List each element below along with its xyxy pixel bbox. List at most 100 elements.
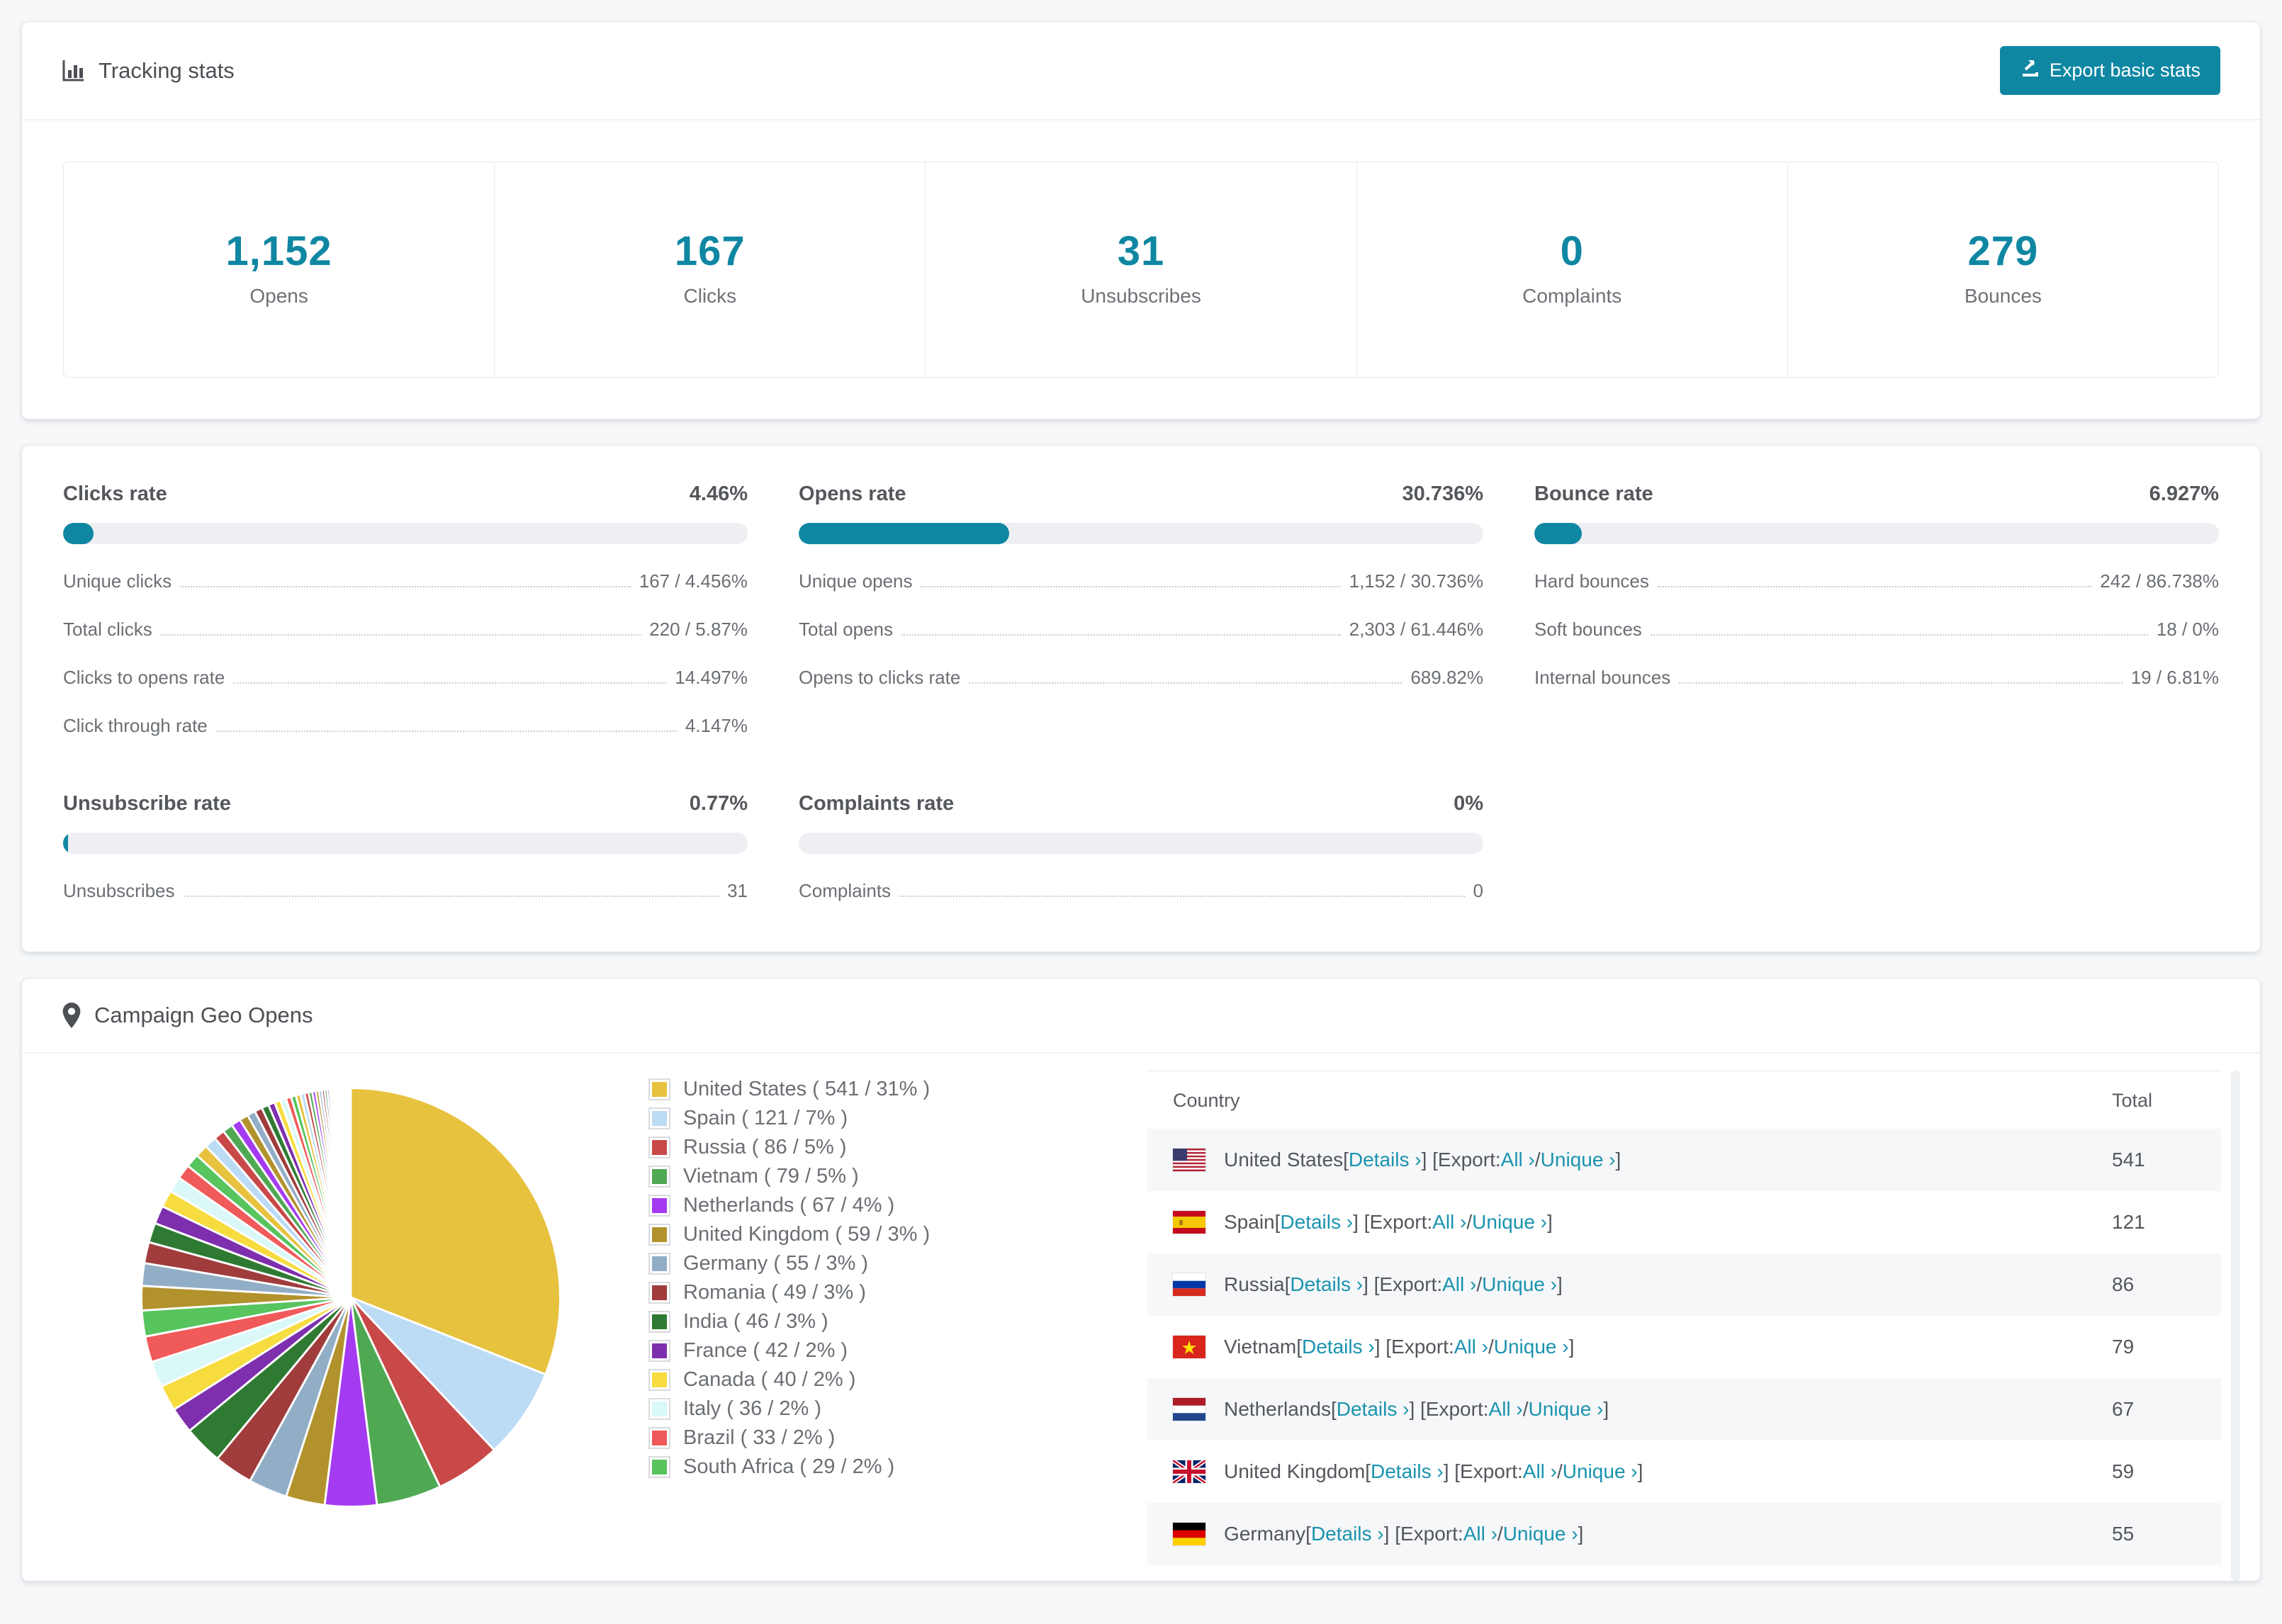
legend-color-swatch [648,1369,670,1391]
export-unique-link[interactable]: Unique › [1503,1523,1578,1545]
stat-label: Clicks [683,285,737,307]
rate-progress-bar [799,833,1483,854]
geo-country-row: Spain [Details ›] [Export: All › / Uniqu… [1147,1191,2221,1253]
geo-country-row: Germany [Details ›] [Export: All › / Uni… [1147,1503,2221,1565]
export-all-link[interactable]: All › [1489,1398,1523,1421]
details-link[interactable]: Details › [1302,1336,1375,1358]
rate-progress-bar [799,523,1483,544]
rate-value: 30.736% [1402,483,1484,505]
export-all-link[interactable]: All › [1523,1460,1557,1483]
rate-detail-value: 19 / 6.81% [2130,667,2219,688]
rate-detail-value: 2,303 / 61.446% [1349,619,1483,640]
dotted-leader [899,896,1465,897]
vn-flag-icon [1173,1336,1205,1358]
es-flag-icon [1173,1211,1205,1234]
export-prefix-text: ] [Export: [1443,1460,1523,1482]
export-basic-stats-button[interactable]: Export basic stats [1999,46,2220,95]
details-link[interactable]: Details › [1280,1211,1353,1234]
rate-detail-row: Total clicks 220 / 5.87% [63,619,748,641]
country-name: Germany [1224,1523,1306,1545]
country-name: Vietnam [1224,1336,1297,1358]
rate-detail-label: Internal bounces [1534,667,1671,688]
rate-detail-value: 689.82% [1410,667,1483,688]
rate-detail-row: Opens to clicks rate 689.82% [799,667,1483,689]
geo-table-scrollbar[interactable] [2231,1071,2240,1581]
geo-table-viewport[interactable]: Country Total United States [Details ›] … [1147,1071,2221,1581]
rate-detail-value: 14.497% [675,667,748,688]
export-unique-link[interactable]: Unique › [1529,1398,1604,1421]
bracket-text: [ [1274,1211,1281,1233]
bracket-text: [ [1296,1336,1302,1358]
export-all-link[interactable]: All › [1432,1211,1466,1234]
rates-panel: Clicks rate 4.46% Unique clicks 167 / 4.… [21,445,2261,952]
country-total-value: 67 [2112,1398,2135,1420]
dotted-leader [160,634,641,636]
country-name: United States [1224,1149,1344,1171]
export-prefix-text: ] [Export: [1421,1149,1501,1171]
dashboard-page: Tracking stats Export basic stats 1,152 … [0,0,2282,1624]
rate-detail-row: Unique clicks 167 / 4.456% [63,570,748,592]
export-unique-link[interactable]: Unique › [1541,1149,1616,1171]
bracket-close-text: ] [1637,1460,1643,1482]
export-all-link[interactable]: All › [1463,1523,1497,1545]
export-unique-link[interactable]: Unique › [1563,1460,1638,1483]
details-link[interactable]: Details › [1311,1523,1384,1545]
rate-detail-label: Unique opens [799,570,913,592]
rate-detail-rows: Complaints 0 [799,880,1483,902]
legend-color-swatch [648,1398,670,1420]
details-link[interactable]: Details › [1371,1460,1444,1483]
details-link[interactable]: Details › [1349,1149,1422,1171]
export-unique-link[interactable]: Unique › [1494,1336,1569,1358]
geo-country-row: United States [Details ›] [Export: All ›… [1147,1129,2221,1191]
geo-body: United States ( 541 / 31% ) Spain ( 121 … [22,1054,2260,1581]
country-name: Spain [1224,1211,1275,1233]
rate-value: 0% [1454,792,1483,815]
export-unique-link[interactable]: Unique › [1472,1211,1547,1234]
stat-value: 31 [1117,228,1165,274]
legend-item: United Kingdom ( 59 / 3% ) [648,1220,930,1249]
separator-text: / [1488,1336,1494,1358]
legend-label: India ( 46 / 3% ) [683,1310,828,1333]
rate-block: Clicks rate 4.46% Unique clicks 167 / 4.… [63,483,748,737]
legend-label: United States ( 541 / 31% ) [683,1078,931,1100]
country-total-value: 541 [2112,1149,2145,1171]
rates-grid: Clicks rate 4.46% Unique clicks 167 / 4.… [22,446,2260,952]
details-link[interactable]: Details › [1337,1398,1410,1421]
export-unique-link[interactable]: Unique › [1482,1273,1557,1296]
legend-label: Italy ( 36 / 2% ) [683,1397,822,1420]
rate-detail-value: 1,152 / 30.736% [1349,570,1483,592]
rate-detail-rows: Unique opens 1,152 / 30.736% Total opens… [799,570,1483,689]
dotted-leader [969,682,1403,684]
dotted-leader [183,896,719,897]
rate-progress-bar [63,523,748,544]
dotted-leader [1679,682,2123,684]
legend-color-swatch [648,1311,670,1333]
export-all-link[interactable]: All › [1442,1273,1476,1296]
stat-label: Unsubscribes [1081,285,1201,307]
details-link[interactable]: Details › [1290,1273,1363,1296]
bracket-close-text: ] [1615,1149,1621,1171]
rate-detail-rows: Hard bounces 242 / 86.738% Soft bounces … [1534,570,2219,689]
rate-detail-value: 31 [727,880,748,901]
rate-detail-value: 4.147% [685,715,748,736]
country-name: Netherlands [1224,1398,1331,1420]
bar-chart-icon [62,59,86,83]
bracket-close-text: ] [1603,1398,1609,1420]
rate-detail-value: 0 [1473,880,1483,901]
stat-card: 279 Bounces [1788,162,2218,377]
rate-detail-row: Internal bounces 19 / 6.81% [1534,667,2219,689]
geo-table-header-row: Country Total [1147,1071,2221,1129]
country-total-value: 55 [2112,1523,2135,1545]
geo-opens-panel: Campaign Geo Opens United States ( 541 /… [21,978,2261,1581]
export-all-link[interactable]: All › [1501,1149,1535,1171]
export-prefix-text: ] [Export: [1409,1398,1489,1420]
legend-label: Spain ( 121 / 7% ) [683,1107,848,1129]
de-flag-icon [1173,1523,1205,1545]
separator-text: / [1534,1149,1541,1171]
legend-item: South Africa ( 29 / 2% ) [648,1453,930,1482]
dotted-leader [233,682,667,684]
export-all-link[interactable]: All › [1454,1336,1488,1358]
rate-detail-label: Hard bounces [1534,570,1649,592]
legend-label: Russia ( 86 / 5% ) [683,1136,847,1158]
geo-opens-title-group: Campaign Geo Opens [62,1003,313,1028]
